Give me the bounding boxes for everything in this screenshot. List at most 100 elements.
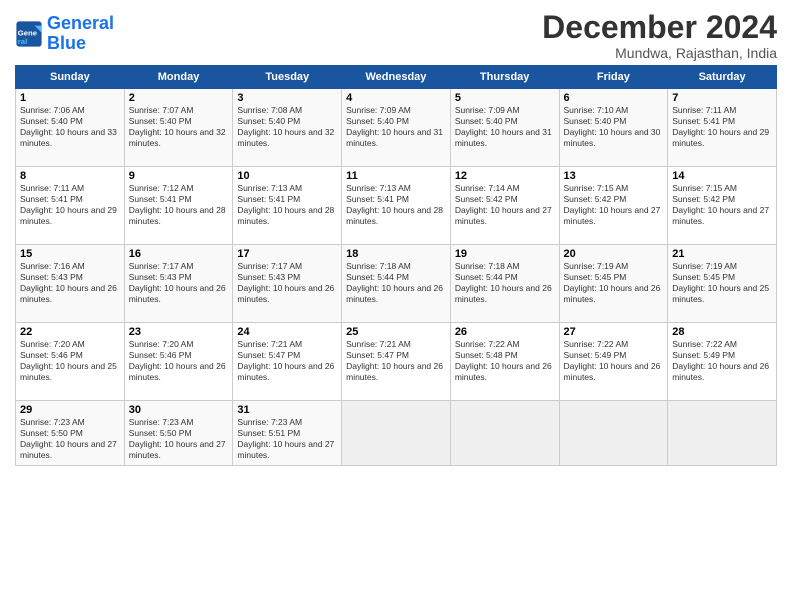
col-friday: Friday xyxy=(559,66,668,89)
day-number: 2 xyxy=(129,92,229,104)
day-number: 7 xyxy=(672,92,772,104)
table-row: 25 Sunrise: 7:21 AM Sunset: 5:47 PM Dayl… xyxy=(342,323,451,401)
day-number: 20 xyxy=(564,248,664,260)
table-row: 26 Sunrise: 7:22 AM Sunset: 5:48 PM Dayl… xyxy=(450,323,559,401)
table-row: 5 Sunrise: 7:09 AM Sunset: 5:40 PM Dayli… xyxy=(450,89,559,167)
day-number: 30 xyxy=(129,404,229,416)
table-row: 8 Sunrise: 7:11 AM Sunset: 5:41 PM Dayli… xyxy=(16,167,125,245)
day-number: 16 xyxy=(129,248,229,260)
table-row: 9 Sunrise: 7:12 AM Sunset: 5:41 PM Dayli… xyxy=(124,167,233,245)
page-container: Gene ral General Blue December 2024 Mund… xyxy=(0,0,792,471)
day-number: 24 xyxy=(237,326,337,338)
table-row: 6 Sunrise: 7:10 AM Sunset: 5:40 PM Dayli… xyxy=(559,89,668,167)
logo-icon: Gene ral xyxy=(15,20,43,48)
table-row: 27 Sunrise: 7:22 AM Sunset: 5:49 PM Dayl… xyxy=(559,323,668,401)
day-info: Sunrise: 7:22 AM Sunset: 5:48 PM Dayligh… xyxy=(455,339,555,383)
day-number: 26 xyxy=(455,326,555,338)
day-info: Sunrise: 7:20 AM Sunset: 5:46 PM Dayligh… xyxy=(129,339,229,383)
day-number: 23 xyxy=(129,326,229,338)
calendar-table: Sunday Monday Tuesday Wednesday Thursday… xyxy=(15,65,777,466)
day-info: Sunrise: 7:13 AM Sunset: 5:41 PM Dayligh… xyxy=(237,183,337,227)
table-row: 15 Sunrise: 7:16 AM Sunset: 5:43 PM Dayl… xyxy=(16,245,125,323)
day-info: Sunrise: 7:14 AM Sunset: 5:42 PM Dayligh… xyxy=(455,183,555,227)
svg-text:Gene: Gene xyxy=(18,28,38,37)
logo-line1: General xyxy=(47,13,114,33)
day-number: 21 xyxy=(672,248,772,260)
table-row: 12 Sunrise: 7:14 AM Sunset: 5:42 PM Dayl… xyxy=(450,167,559,245)
day-info: Sunrise: 7:17 AM Sunset: 5:43 PM Dayligh… xyxy=(237,261,337,305)
day-info: Sunrise: 7:20 AM Sunset: 5:46 PM Dayligh… xyxy=(20,339,120,383)
day-info: Sunrise: 7:17 AM Sunset: 5:43 PM Dayligh… xyxy=(129,261,229,305)
day-number: 8 xyxy=(20,170,120,182)
day-number: 18 xyxy=(346,248,446,260)
day-number: 12 xyxy=(455,170,555,182)
table-row: 31 Sunrise: 7:23 AM Sunset: 5:51 PM Dayl… xyxy=(233,401,342,466)
table-row: 19 Sunrise: 7:18 AM Sunset: 5:44 PM Dayl… xyxy=(450,245,559,323)
day-number: 5 xyxy=(455,92,555,104)
day-info: Sunrise: 7:11 AM Sunset: 5:41 PM Dayligh… xyxy=(20,183,120,227)
day-info: Sunrise: 7:15 AM Sunset: 5:42 PM Dayligh… xyxy=(672,183,772,227)
table-row xyxy=(559,401,668,466)
day-info: Sunrise: 7:18 AM Sunset: 5:44 PM Dayligh… xyxy=(346,261,446,305)
calendar-body: 1 Sunrise: 7:06 AM Sunset: 5:40 PM Dayli… xyxy=(16,89,777,466)
header: Gene ral General Blue December 2024 Mund… xyxy=(15,10,777,61)
table-row: 4 Sunrise: 7:09 AM Sunset: 5:40 PM Dayli… xyxy=(342,89,451,167)
table-row: 18 Sunrise: 7:18 AM Sunset: 5:44 PM Dayl… xyxy=(342,245,451,323)
day-number: 9 xyxy=(129,170,229,182)
table-row: 11 Sunrise: 7:13 AM Sunset: 5:41 PM Dayl… xyxy=(342,167,451,245)
day-number: 4 xyxy=(346,92,446,104)
table-row xyxy=(342,401,451,466)
day-info: Sunrise: 7:22 AM Sunset: 5:49 PM Dayligh… xyxy=(564,339,664,383)
svg-text:ral: ral xyxy=(18,37,27,46)
table-row: 1 Sunrise: 7:06 AM Sunset: 5:40 PM Dayli… xyxy=(16,89,125,167)
day-number: 25 xyxy=(346,326,446,338)
day-info: Sunrise: 7:22 AM Sunset: 5:49 PM Dayligh… xyxy=(672,339,772,383)
table-row: 24 Sunrise: 7:21 AM Sunset: 5:47 PM Dayl… xyxy=(233,323,342,401)
day-info: Sunrise: 7:09 AM Sunset: 5:40 PM Dayligh… xyxy=(455,105,555,149)
day-number: 19 xyxy=(455,248,555,260)
table-row: 29 Sunrise: 7:23 AM Sunset: 5:50 PM Dayl… xyxy=(16,401,125,466)
day-info: Sunrise: 7:21 AM Sunset: 5:47 PM Dayligh… xyxy=(346,339,446,383)
day-info: Sunrise: 7:06 AM Sunset: 5:40 PM Dayligh… xyxy=(20,105,120,149)
col-tuesday: Tuesday xyxy=(233,66,342,89)
table-row: 3 Sunrise: 7:08 AM Sunset: 5:40 PM Dayli… xyxy=(233,89,342,167)
day-info: Sunrise: 7:09 AM Sunset: 5:40 PM Dayligh… xyxy=(346,105,446,149)
day-number: 27 xyxy=(564,326,664,338)
month-title: December 2024 xyxy=(542,10,777,45)
day-info: Sunrise: 7:23 AM Sunset: 5:50 PM Dayligh… xyxy=(129,417,229,461)
logo: Gene ral General Blue xyxy=(15,14,114,54)
table-row: 20 Sunrise: 7:19 AM Sunset: 5:45 PM Dayl… xyxy=(559,245,668,323)
table-row: 13 Sunrise: 7:15 AM Sunset: 5:42 PM Dayl… xyxy=(559,167,668,245)
table-row: 21 Sunrise: 7:19 AM Sunset: 5:45 PM Dayl… xyxy=(668,245,777,323)
day-number: 3 xyxy=(237,92,337,104)
logo-text: General Blue xyxy=(47,14,114,54)
calendar-header: Sunday Monday Tuesday Wednesday Thursday… xyxy=(16,66,777,89)
col-sunday: Sunday xyxy=(16,66,125,89)
day-number: 28 xyxy=(672,326,772,338)
day-info: Sunrise: 7:15 AM Sunset: 5:42 PM Dayligh… xyxy=(564,183,664,227)
day-number: 22 xyxy=(20,326,120,338)
table-row: 28 Sunrise: 7:22 AM Sunset: 5:49 PM Dayl… xyxy=(668,323,777,401)
table-row xyxy=(450,401,559,466)
day-info: Sunrise: 7:18 AM Sunset: 5:44 PM Dayligh… xyxy=(455,261,555,305)
table-row: 23 Sunrise: 7:20 AM Sunset: 5:46 PM Dayl… xyxy=(124,323,233,401)
day-info: Sunrise: 7:19 AM Sunset: 5:45 PM Dayligh… xyxy=(564,261,664,305)
day-number: 31 xyxy=(237,404,337,416)
logo-line2: Blue xyxy=(47,33,86,53)
col-wednesday: Wednesday xyxy=(342,66,451,89)
table-row: 10 Sunrise: 7:13 AM Sunset: 5:41 PM Dayl… xyxy=(233,167,342,245)
day-number: 14 xyxy=(672,170,772,182)
table-row: 2 Sunrise: 7:07 AM Sunset: 5:40 PM Dayli… xyxy=(124,89,233,167)
table-row: 7 Sunrise: 7:11 AM Sunset: 5:41 PM Dayli… xyxy=(668,89,777,167)
day-number: 15 xyxy=(20,248,120,260)
day-info: Sunrise: 7:10 AM Sunset: 5:40 PM Dayligh… xyxy=(564,105,664,149)
table-row: 30 Sunrise: 7:23 AM Sunset: 5:50 PM Dayl… xyxy=(124,401,233,466)
table-row: 22 Sunrise: 7:20 AM Sunset: 5:46 PM Dayl… xyxy=(16,323,125,401)
day-info: Sunrise: 7:13 AM Sunset: 5:41 PM Dayligh… xyxy=(346,183,446,227)
location-subtitle: Mundwa, Rajasthan, India xyxy=(542,45,777,61)
day-number: 10 xyxy=(237,170,337,182)
day-info: Sunrise: 7:21 AM Sunset: 5:47 PM Dayligh… xyxy=(237,339,337,383)
day-info: Sunrise: 7:12 AM Sunset: 5:41 PM Dayligh… xyxy=(129,183,229,227)
col-monday: Monday xyxy=(124,66,233,89)
day-number: 1 xyxy=(20,92,120,104)
